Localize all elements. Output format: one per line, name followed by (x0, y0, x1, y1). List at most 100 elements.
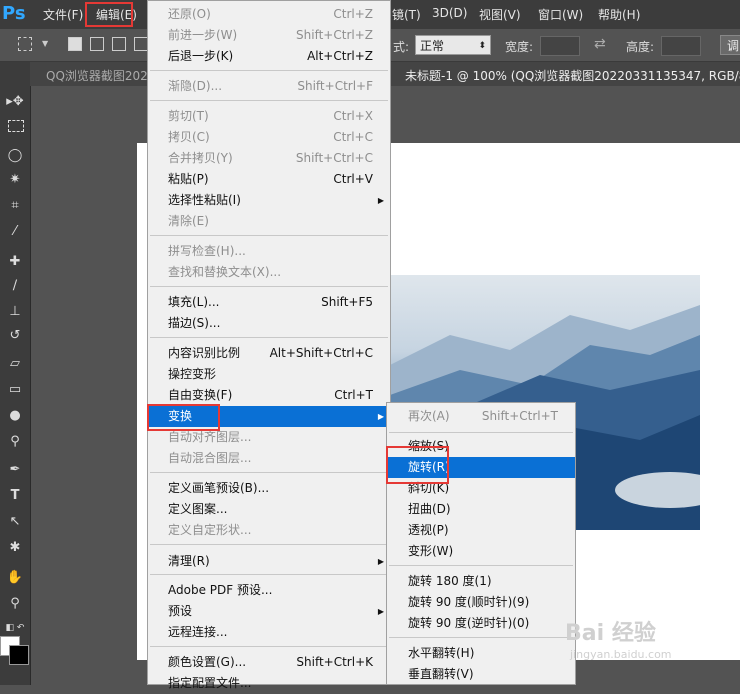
edit-menu-item[interactable]: 拷贝(C) Ctrl+C (148, 127, 390, 148)
menu-separator (150, 235, 388, 236)
zoom-icon[interactable]: ⚲ (4, 594, 26, 614)
swap-arrows-icon[interactable]: ⇄ (594, 36, 606, 52)
menu-item-label: Adobe PDF 预设... (168, 583, 273, 597)
background-color-swatch[interactable] (9, 645, 29, 665)
transform-menu-item[interactable]: 扭曲(D) (387, 499, 575, 520)
clone-stamp-icon[interactable]: ⊥ (4, 302, 26, 322)
blur-icon[interactable]: ● (4, 406, 26, 426)
edit-menu-item[interactable]: 渐隐(D)... Shift+Ctrl+F (148, 76, 390, 97)
healing-brush-icon[interactable]: ✚ (4, 252, 26, 272)
edit-menu-item[interactable]: 定义自定形状... (148, 520, 390, 541)
edit-menu-item[interactable]: 清理(R) ▶ (148, 551, 390, 572)
move-tool-icon[interactable]: ▸✥ (4, 92, 26, 112)
tab-screenshot[interactable]: QQ浏览器截图202 (46, 67, 148, 84)
edit-menu-item[interactable]: 清除(E) (148, 211, 390, 232)
new-selection-icon[interactable] (68, 37, 82, 51)
brush-icon[interactable]: ∕ (4, 276, 26, 296)
edit-menu-item[interactable]: 前进一步(W) Shift+Ctrl+Z (148, 25, 390, 46)
menu-separator (150, 337, 388, 338)
edit-menu-item[interactable]: 预设 ▶ (148, 601, 390, 622)
menu-separator (150, 472, 388, 473)
crop-icon[interactable]: ⌗ (4, 196, 26, 216)
subtract-selection-icon[interactable] (112, 37, 126, 51)
edit-menu-item[interactable]: 剪切(T) Ctrl+X (148, 106, 390, 127)
edit-menu-item[interactable]: 还原(O) Ctrl+Z (148, 4, 390, 25)
width-label: 宽度: (505, 40, 534, 54)
height-label: 高度: (626, 40, 655, 54)
edit-menu-item[interactable]: 远程连接... (148, 622, 390, 643)
menu-item-label: 预设 (168, 604, 193, 618)
path-select-icon[interactable]: ↖ (4, 512, 26, 532)
adjust-edge-button[interactable]: 调 (720, 35, 740, 55)
submenu-arrow-icon: ▶ (377, 412, 384, 421)
transform-menu-item[interactable]: 再次(A) Shift+Ctrl+T (387, 406, 575, 427)
menu-item-shortcut: Ctrl+X (333, 109, 373, 123)
menu-separator (389, 432, 573, 433)
chevron-down-icon[interactable]: ▼ (42, 39, 48, 48)
edit-menu-item[interactable]: 自由变换(F) Ctrl+T (148, 385, 390, 406)
edit-menu-item[interactable]: 定义画笔预设(B)... (148, 478, 390, 499)
edit-menu-item[interactable]: 选择性粘贴(I) ▶ (148, 190, 390, 211)
intersect-selection-icon[interactable] (134, 37, 148, 51)
menu-item-label: 粘贴(P) (168, 172, 209, 186)
height-field[interactable] (661, 36, 701, 56)
eyedropper-icon[interactable]: ⁄ (4, 222, 26, 242)
type-icon[interactable]: T (4, 486, 26, 506)
edit-menu-item[interactable]: 自动混合图层... (148, 448, 390, 469)
edit-menu-item[interactable]: 拼写检查(H)... (148, 241, 390, 262)
menu-3d[interactable]: 3D(D) (432, 6, 467, 20)
transform-menu-item[interactable]: 变形(W) (387, 541, 575, 562)
transform-menu-item[interactable]: 旋转 90 度(逆时针)(0) (387, 613, 575, 634)
menu-item-label: 还原(O) (168, 7, 211, 21)
edit-menu-item[interactable]: 填充(L)... Shift+F5 (148, 292, 390, 313)
menu-item-label: 操控变形 (168, 367, 217, 381)
menu-item-label: 前进一步(W) (168, 28, 238, 42)
edit-menu-item[interactable]: 描边(S)... (148, 313, 390, 334)
menu-window[interactable]: 窗口(W) (538, 6, 583, 23)
rect-marquee-icon[interactable] (8, 120, 24, 132)
menu-item-shortcut: Shift+Ctrl+K (296, 655, 373, 669)
pen-icon[interactable]: ✒ (4, 460, 26, 480)
edit-menu-item[interactable]: 操控变形 (148, 364, 390, 385)
gradient-icon[interactable]: ▭ (4, 380, 26, 400)
add-selection-icon[interactable] (90, 37, 104, 51)
style-select-value: 正常 (420, 39, 445, 53)
menu-help[interactable]: 帮助(H) (598, 6, 640, 23)
edit-menu-item[interactable]: 后退一步(K) Alt+Ctrl+Z (148, 46, 390, 67)
edit-menu-item[interactable]: 内容识别比例 Alt+Shift+Ctrl+C (148, 343, 390, 364)
tab-untitled-1[interactable]: 未标题-1 @ 100% (QQ浏览器截图20220331135347, RGB… (405, 67, 740, 84)
baidu-watermark: Bai 经验 (565, 621, 656, 646)
transform-menu-item[interactable]: 透视(P) (387, 520, 575, 541)
edit-menu-item[interactable]: 查找和替换文本(X)... (148, 262, 390, 283)
width-field[interactable] (540, 36, 580, 56)
transform-menu-item[interactable]: 旋转 90 度(顺时针)(9) (387, 592, 575, 613)
edit-menu-item[interactable]: 粘贴(P) Ctrl+V (148, 169, 390, 190)
menu-item-label: 查找和替换文本(X)... (168, 265, 282, 279)
style-select[interactable]: 正常 ⬍ (415, 35, 491, 55)
menu-view[interactable]: 视图(V) (479, 6, 521, 23)
dodge-icon[interactable]: ⚲ (4, 432, 26, 452)
default-colors-icon[interactable]: ◧ ↶ (4, 618, 26, 638)
edit-menu-item[interactable]: 指定配置文件... (148, 673, 390, 694)
shape-icon[interactable]: ✱ (4, 538, 26, 558)
history-brush-icon[interactable]: ↺ (4, 326, 26, 346)
transform-menu-item[interactable]: 旋转 180 度(1) (387, 571, 575, 592)
edit-menu-item[interactable]: 合并拷贝(Y) Shift+Ctrl+C (148, 148, 390, 169)
menu-item-label: 清理(R) (168, 554, 210, 568)
edit-menu-item[interactable]: 定义图案... (148, 499, 390, 520)
transform-menu-item[interactable]: 水平翻转(H) (387, 643, 575, 664)
lasso-icon[interactable]: ◯ (4, 146, 26, 166)
submenu-arrow-icon: ▶ (377, 607, 384, 616)
menu-item-shortcut: Shift+Ctrl+Z (296, 28, 373, 42)
marquee-tool-icon[interactable] (18, 37, 32, 51)
menu-filter[interactable]: 镜(T) (392, 6, 421, 23)
eraser-icon[interactable]: ▱ (4, 354, 26, 374)
transform-menu-item[interactable]: 垂直翻转(V) (387, 664, 575, 685)
edit-menu-item[interactable]: Adobe PDF 预设... (148, 580, 390, 601)
menu-separator (389, 565, 573, 566)
magic-wand-icon[interactable]: ✷ (4, 170, 26, 190)
menu-item-label: 指定配置文件... (168, 676, 252, 690)
hand-icon[interactable]: ✋ (4, 568, 26, 588)
edit-menu-item[interactable]: 颜色设置(G)... Shift+Ctrl+K (148, 652, 390, 673)
menu-file[interactable]: 文件(F) (43, 6, 83, 23)
